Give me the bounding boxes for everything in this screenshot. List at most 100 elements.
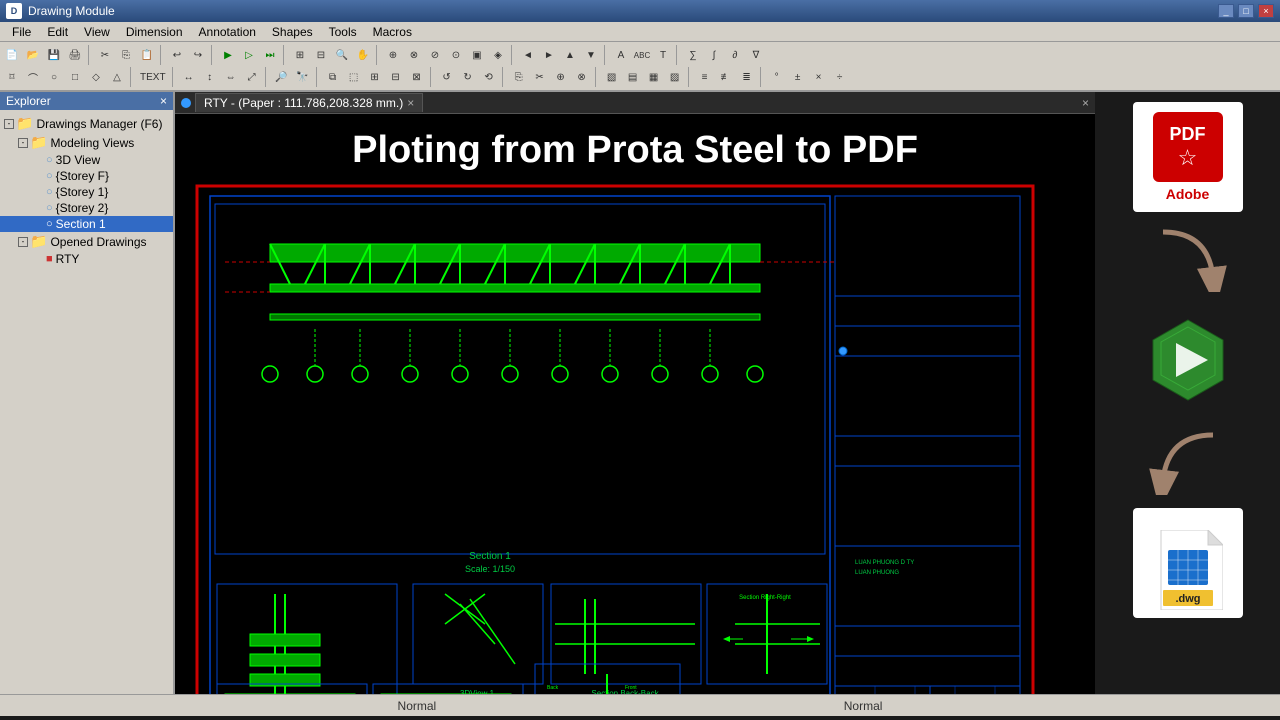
tb-c4[interactable]: ▼ — [581, 45, 601, 65]
tb2-21[interactable]: ⎘ — [509, 67, 529, 87]
tb-cut[interactable]: ✂ — [95, 45, 115, 65]
tb-play[interactable]: ▶ — [218, 45, 238, 65]
tb2-29[interactable]: ≡ — [695, 67, 715, 87]
menu-shapes[interactable]: Shapes — [264, 24, 321, 40]
tb2-27[interactable]: ▦ — [644, 67, 664, 87]
tb2-7[interactable]: ↔ — [179, 67, 199, 87]
tb-pan[interactable]: ✋ — [353, 45, 373, 65]
tb2-17[interactable]: ⊠ — [407, 67, 427, 87]
maximize-button[interactable]: □ — [1238, 4, 1254, 18]
tb-d3[interactable]: T — [653, 45, 673, 65]
drawing-tab-close[interactable]: × — [407, 96, 414, 110]
minimize-button[interactable]: _ — [1218, 4, 1234, 18]
drawing-canvas[interactable]: Ploting from Prota Steel to PDF — [175, 114, 1095, 694]
menu-tools[interactable]: Tools — [321, 24, 365, 40]
tb-print[interactable]: 🖨 — [65, 45, 85, 65]
tb2-6[interactable]: △ — [107, 67, 127, 87]
tb2-13[interactable]: ⧉ — [323, 67, 343, 87]
tb-save[interactable]: 💾 — [44, 45, 64, 65]
explorer-close[interactable]: × — [160, 94, 167, 108]
tb-d1[interactable]: A — [611, 45, 631, 65]
tb2-9[interactable]: ⇔ — [221, 67, 241, 87]
tb2-16[interactable]: ⊟ — [386, 67, 406, 87]
tb2-23[interactable]: ⊕ — [551, 67, 571, 87]
tb-copy[interactable]: ⎘ — [116, 45, 136, 65]
tb2-3[interactable]: ○ — [44, 67, 64, 87]
tb2-28[interactable]: ▨ — [665, 67, 685, 87]
tb2-24[interactable]: ⊗ — [572, 67, 592, 87]
tb2-12[interactable]: 🔭 — [293, 67, 313, 87]
tb2-15[interactable]: ⊞ — [365, 67, 385, 87]
drawing-area: RTY - (Paper : 111.786,208.328 mm.) × × … — [175, 92, 1095, 694]
tb2-1[interactable]: ⌑ — [2, 67, 22, 87]
tb-new[interactable]: 📄 — [2, 45, 22, 65]
expand-modeling[interactable]: - — [18, 138, 28, 148]
tb-zoom-window[interactable]: ⊟ — [311, 45, 331, 65]
tb-play3[interactable]: ⏭ — [260, 45, 280, 65]
menu-macros[interactable]: Macros — [365, 24, 420, 40]
tb-b5[interactable]: ▣ — [467, 45, 487, 65]
tb-e2[interactable]: ∫ — [704, 45, 724, 65]
tb-e4[interactable]: ∇ — [746, 45, 766, 65]
close-button[interactable]: × — [1258, 4, 1274, 18]
tb2-2[interactable]: ⌒ — [23, 67, 43, 87]
tb-b2[interactable]: ⊗ — [404, 45, 424, 65]
tb2-10[interactable]: ⤢ — [242, 67, 262, 87]
tree-3d-view[interactable]: ○ 3D View — [0, 152, 173, 168]
tb2-19[interactable]: ↻ — [458, 67, 478, 87]
tb2-14[interactable]: ⬚ — [344, 67, 364, 87]
tb2-18[interactable]: ↺ — [437, 67, 457, 87]
tree-modeling-views[interactable]: - 📁 Modeling Views — [0, 133, 173, 152]
tb-c1[interactable]: ◄ — [518, 45, 538, 65]
tb-open[interactable]: 📂 — [23, 45, 43, 65]
tb-undo[interactable]: ↩ — [167, 45, 187, 65]
tb-play2[interactable]: ▷ — [239, 45, 259, 65]
menu-annotation[interactable]: Annotation — [191, 24, 264, 40]
menu-view[interactable]: View — [76, 24, 118, 40]
tb-zoom-in[interactable]: 🔍 — [332, 45, 352, 65]
tb-c2[interactable]: ► — [539, 45, 559, 65]
tb-b4[interactable]: ⊙ — [446, 45, 466, 65]
window-controls[interactable]: _ □ × — [1218, 4, 1274, 18]
tb-paste[interactable]: 📋 — [137, 45, 157, 65]
tree-storey-1[interactable]: ○ {Storey 1} — [0, 184, 173, 200]
drawing-tab-active[interactable]: RTY - (Paper : 111.786,208.328 mm.) × — [195, 93, 423, 112]
tb2-8[interactable]: ↕ — [200, 67, 220, 87]
tb2-33[interactable]: ± — [788, 67, 808, 87]
tb2-25[interactable]: ▧ — [602, 67, 622, 87]
tb2-26[interactable]: ▤ — [623, 67, 643, 87]
tb-redo[interactable]: ↪ — [188, 45, 208, 65]
tb2-20[interactable]: ⟲ — [479, 67, 499, 87]
tb-c3[interactable]: ▲ — [560, 45, 580, 65]
menu-file[interactable]: File — [4, 24, 39, 40]
tree-drawings-manager[interactable]: - 📁 Drawings Manager (F6) — [0, 114, 173, 133]
tb2-22[interactable]: ✂ — [530, 67, 550, 87]
menu-edit[interactable]: Edit — [39, 24, 76, 40]
tb-b6[interactable]: ◈ — [488, 45, 508, 65]
tree-section-1[interactable]: ○ Section 1 — [0, 216, 173, 232]
tb2-31[interactable]: ≣ — [737, 67, 757, 87]
tree-rty[interactable]: ■ RTY — [0, 251, 173, 267]
tb2-30[interactable]: ≢ — [716, 67, 736, 87]
tree-storey-f[interactable]: ○ {Storey F} — [0, 168, 173, 184]
tb-d2[interactable]: ABC — [632, 45, 652, 65]
sep6 — [511, 45, 515, 65]
tb2-35[interactable]: ÷ — [830, 67, 850, 87]
tb-zoom-extent[interactable]: ⊞ — [290, 45, 310, 65]
tb-e1[interactable]: ∑ — [683, 45, 703, 65]
menu-dimension[interactable]: Dimension — [118, 24, 191, 40]
tb2-4[interactable]: □ — [65, 67, 85, 87]
tb2-34[interactable]: × — [809, 67, 829, 87]
drawing-area-close[interactable]: × — [1082, 96, 1089, 110]
expand-drawings[interactable]: - — [4, 119, 14, 129]
tb-b1[interactable]: ⊕ — [383, 45, 403, 65]
tree-storey-2[interactable]: ○ {Storey 2} — [0, 200, 173, 216]
tb2-5[interactable]: ◇ — [86, 67, 106, 87]
tree-opened-drawings[interactable]: - 📁 Opened Drawings — [0, 232, 173, 251]
tb-e3[interactable]: ∂ — [725, 45, 745, 65]
tb2-32[interactable]: ° — [767, 67, 787, 87]
expand-opened[interactable]: - — [18, 237, 28, 247]
tb-b3[interactable]: ⊘ — [425, 45, 445, 65]
main-area: Explorer × - 📁 Drawings Manager (F6) - 📁… — [0, 92, 1280, 694]
tb2-11[interactable]: 🔎 — [272, 67, 292, 87]
